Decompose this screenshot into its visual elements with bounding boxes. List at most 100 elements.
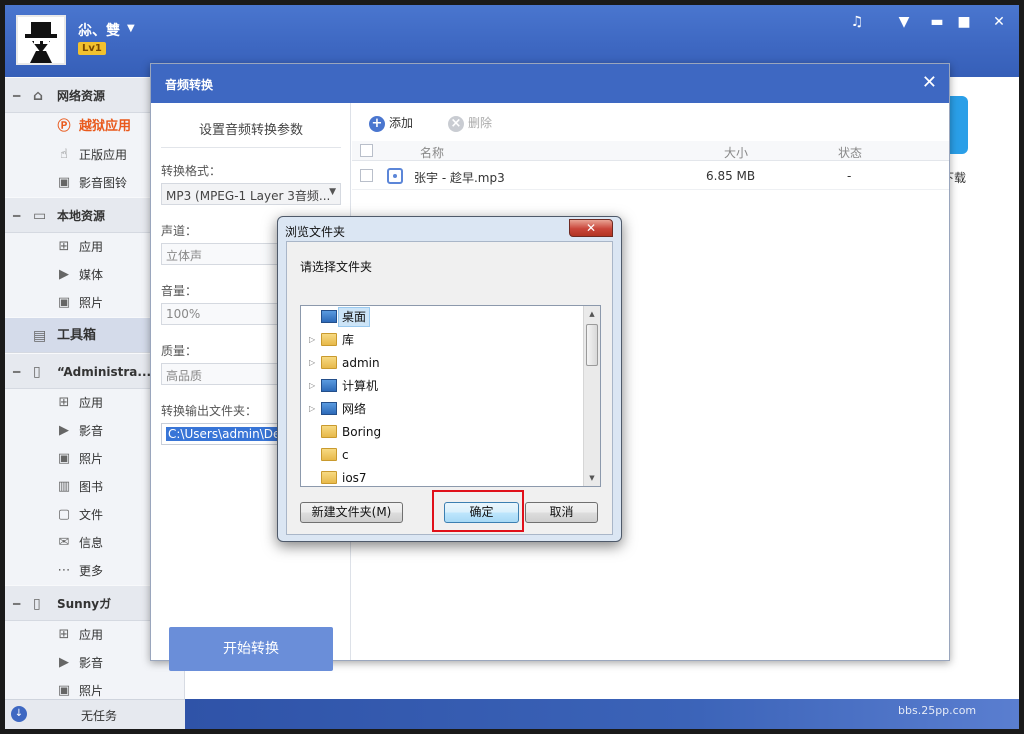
row-checkbox[interactable]	[360, 169, 373, 182]
phone-icon: ▯	[33, 596, 41, 612]
home-icon: ⌂	[33, 88, 44, 104]
format-value: MP3 (MPEG-1 Layer 3音频...	[166, 189, 331, 203]
folder-icon	[321, 471, 337, 484]
sidebar-item-label: 越狱应用	[79, 119, 132, 134]
expand-icon[interactable]: ▷	[309, 329, 315, 351]
sidebar-item-label: 照片	[79, 684, 104, 698]
tree-item-admin[interactable]: ▷ admin	[301, 352, 585, 374]
tree-item-label: admin	[342, 356, 380, 370]
book-icon: ▥	[57, 479, 71, 494]
video-icon: ▶	[59, 267, 69, 282]
video-icon: ▶	[59, 655, 69, 670]
phone-icon: ▯	[33, 364, 41, 380]
folder-tree[interactable]: 桌面 ▷ 库 ▷ admin ▷ 计算机 ▷ 网络 Boring c ios7 …	[300, 305, 601, 487]
select-all-checkbox[interactable]	[360, 144, 373, 157]
computer-icon	[321, 379, 337, 392]
plus-icon: +	[369, 115, 385, 132]
close-icon[interactable]: ✕	[922, 72, 937, 93]
scroll-thumb[interactable]	[586, 324, 598, 366]
section-label: Sunnyガ	[57, 597, 112, 611]
tree-item-label: Boring	[342, 425, 382, 439]
folder-icon	[321, 448, 337, 461]
delete-icon: ×	[448, 115, 464, 132]
more-icon: ⋯	[57, 563, 71, 578]
tree-item-computer[interactable]: ▷ 计算机	[301, 375, 585, 397]
expand-icon[interactable]: ▷	[309, 352, 315, 374]
image-icon: ▣	[57, 175, 71, 190]
column-name[interactable]: 名称	[420, 144, 444, 161]
tree-item-library[interactable]: ▷ 库	[301, 329, 585, 351]
photo-icon: ▣	[57, 451, 71, 466]
format-select[interactable]: MP3 (MPEG-1 Layer 3音频... ▼	[161, 183, 341, 205]
output-folder-label: 转换输出文件夹：	[161, 404, 258, 418]
menu-icon[interactable]: ▼	[894, 14, 914, 30]
sidebar-item-label: 照片	[79, 452, 104, 466]
tree-item-ios7[interactable]: ios7	[301, 467, 585, 486]
dialog-header: 音频转换 ✕	[151, 64, 949, 103]
cancel-button[interactable]: 取消	[525, 502, 598, 523]
volume-label: 音量：	[161, 284, 198, 298]
add-label: 添加	[389, 116, 414, 130]
scroll-up-icon[interactable]: ▲	[584, 306, 600, 322]
file-status: -	[847, 169, 852, 183]
dialog-title: 音频转换	[165, 78, 214, 92]
column-size[interactable]: 大小	[724, 144, 748, 161]
sidebar-item-label: 图书	[79, 480, 104, 494]
sidebar-item-label: 应用	[79, 240, 104, 254]
scroll-down-icon[interactable]: ▼	[584, 470, 600, 486]
grid-icon: ⊞	[58, 395, 70, 410]
avatar-image	[18, 17, 64, 63]
divider	[161, 147, 341, 148]
dialog-title: 浏览文件夹	[285, 225, 346, 239]
tree-item-label: 网络	[342, 402, 367, 416]
collapse-icon[interactable]: ━	[13, 586, 20, 622]
add-button[interactable]: + 添加	[369, 114, 413, 132]
chevron-down-icon: ▼	[329, 187, 336, 197]
tree-item-label: c	[342, 448, 349, 462]
grid-icon: ⊞	[58, 627, 70, 642]
task-status-bar[interactable]: ↓ 无任务	[5, 699, 185, 729]
chevron-down-icon[interactable]: ▼	[127, 23, 135, 34]
tree-scrollbar[interactable]: ▲ ▼	[583, 306, 600, 486]
sidebar-item-label: 应用	[79, 628, 104, 642]
tree-item-network[interactable]: ▷ 网络	[301, 398, 585, 420]
avatar[interactable]	[16, 15, 66, 65]
collapse-icon[interactable]: ━	[13, 198, 20, 234]
close-button[interactable]: ✕	[569, 219, 613, 237]
sidebar-item-label: 应用	[79, 396, 104, 410]
desktop-icon	[321, 310, 337, 323]
user-folder-icon	[321, 356, 337, 369]
sidebar-item-label: 影音	[79, 424, 104, 438]
table-row[interactable]: 张宇 - 趁早.mp3 6.85 MB -	[352, 162, 949, 190]
video-icon: ▶	[59, 423, 69, 438]
sidebar-item-label: 更多	[79, 564, 104, 578]
dialog-prompt: 请选择文件夹	[300, 260, 373, 274]
maximize-icon[interactable]: ■	[954, 14, 974, 30]
collapse-icon[interactable]: ━	[13, 78, 20, 114]
music-icon[interactable]: ♫	[847, 14, 867, 30]
music-file-icon	[387, 168, 403, 184]
new-folder-button[interactable]: 新建文件夹(M)	[300, 502, 403, 523]
column-status[interactable]: 状态	[838, 144, 862, 161]
minimize-icon[interactable]: ▬	[927, 14, 947, 30]
close-icon[interactable]: ✕	[989, 14, 1009, 30]
section-label: 工具箱	[57, 328, 97, 343]
tree-item-label: 计算机	[342, 379, 379, 393]
file-list-header: 名称 大小 状态	[352, 141, 949, 161]
tree-item-boring[interactable]: Boring	[301, 421, 585, 443]
expand-icon[interactable]: ▷	[309, 375, 315, 397]
collapse-icon[interactable]: ━	[13, 354, 20, 390]
expand-icon[interactable]: ▷	[309, 398, 315, 420]
start-convert-button[interactable]: 开始转换	[169, 627, 333, 671]
sidebar-item-label: 文件	[79, 508, 104, 522]
tree-item-c[interactable]: c	[301, 444, 585, 466]
grid-icon: ⊞	[58, 239, 70, 254]
delete-button[interactable]: × 删除	[448, 114, 492, 132]
folder-icon	[321, 425, 337, 438]
bottom-strip	[185, 699, 1019, 729]
message-icon: ✉	[58, 535, 70, 550]
output-folder-value: C:\Users\admin\De	[166, 427, 283, 441]
ok-button-highlight	[432, 490, 524, 532]
username[interactable]: 尛、雙	[78, 20, 120, 40]
tree-item-desktop[interactable]: 桌面	[301, 306, 585, 328]
